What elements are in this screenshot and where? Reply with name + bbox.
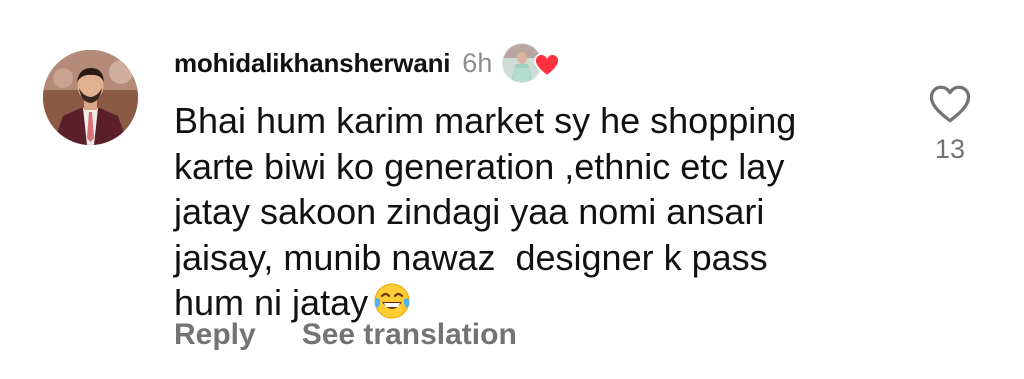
like-column: 13 [927, 84, 973, 165]
username[interactable]: mohidalikhansherwani [174, 48, 450, 79]
comment-header: mohidalikhansherwani 6h [174, 40, 561, 86]
heart-outline-icon[interactable] [928, 84, 972, 124]
like-count: 13 [934, 134, 966, 164]
heart-filled-icon [534, 53, 561, 77]
avatar[interactable] [43, 50, 138, 145]
comment-actions: Reply See translation [174, 318, 563, 352]
reply-button[interactable]: Reply [174, 318, 256, 352]
author-liked-badge [502, 43, 561, 83]
comment: mohidalikhansherwani 6h Bhai hum karim m… [0, 0, 1024, 379]
face-with-tears-of-joy-icon [374, 283, 410, 319]
see-translation-button[interactable]: See translation [302, 318, 517, 352]
timestamp: 6h [462, 47, 493, 78]
comment-text: Bhai hum karim market sy he shopping kar… [174, 98, 874, 326]
comment-body: Bhai hum karim market sy he shopping kar… [174, 100, 797, 323]
